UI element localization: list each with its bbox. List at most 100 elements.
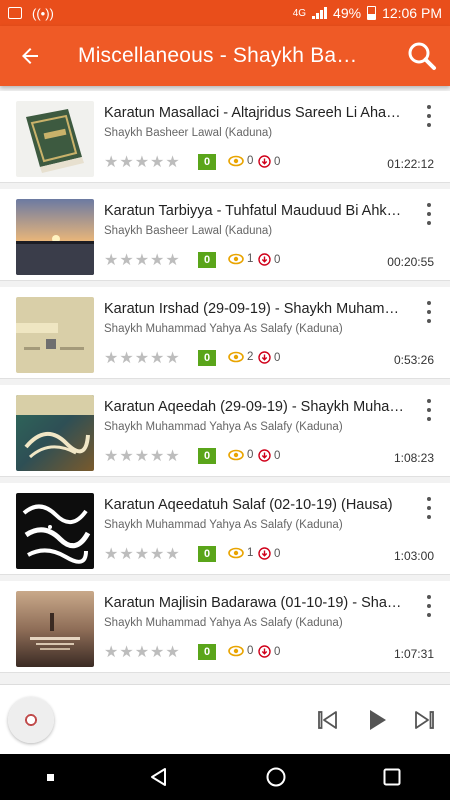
more-options-button[interactable] xyxy=(422,497,436,519)
search-button[interactable] xyxy=(394,26,450,86)
item-author: Shaykh Muhammad Yahya As Salafy (Kaduna) xyxy=(104,519,343,531)
signal-icon xyxy=(312,7,328,19)
app-bar: Miscellaneous - Shaykh Basheer Lawal (Ka… xyxy=(0,26,450,86)
downloads-count: 0 xyxy=(258,645,280,658)
rating-badge: 0 xyxy=(198,154,216,170)
star-icon[interactable]: ★ xyxy=(165,645,179,661)
back-arrow-icon xyxy=(22,48,38,64)
search-icon xyxy=(408,42,436,70)
status-bar: ((•)) 4G 49% 12:06 PM xyxy=(0,0,450,26)
duration: 1:03:00 xyxy=(393,549,434,563)
foggy-thumbnail xyxy=(16,591,94,667)
item-title: Karatun Irshad (29-09-19) - Shaykh Muham… xyxy=(104,301,404,317)
download-icon xyxy=(258,449,271,462)
star-icon[interactable]: ★ xyxy=(150,155,164,171)
more-options-button[interactable] xyxy=(422,105,436,127)
star-icon[interactable]: ★ xyxy=(104,253,118,269)
star-icon[interactable]: ★ xyxy=(150,253,164,269)
more-options-button[interactable] xyxy=(422,301,436,323)
back-nav-button[interactable] xyxy=(148,766,170,788)
star-icon[interactable]: ★ xyxy=(165,253,179,269)
views-count: 0 xyxy=(228,449,253,461)
item-author: Shaykh Muhammad Yahya As Salafy (Kaduna) xyxy=(104,421,343,433)
star-icon[interactable]: ★ xyxy=(135,351,149,367)
book-thumbnail xyxy=(16,101,94,177)
eye-icon xyxy=(228,547,244,559)
list-item[interactable]: Karatun Majlisin Badarawa (01-10-19) - S… xyxy=(0,581,450,673)
more-options-button[interactable] xyxy=(422,203,436,225)
mini-player xyxy=(0,684,450,754)
star-icon[interactable]: ★ xyxy=(104,449,118,465)
star-icon[interactable]: ★ xyxy=(104,645,118,661)
play-button[interactable] xyxy=(362,706,390,734)
item-author: Shaykh Basheer Lawal (Kaduna) xyxy=(104,225,273,237)
star-rating[interactable]: ★ ★ ★ ★ ★ xyxy=(104,547,180,563)
star-icon[interactable]: ★ xyxy=(104,155,118,171)
star-icon[interactable]: ★ xyxy=(150,351,164,367)
calligraphy-green-thumbnail xyxy=(16,395,94,471)
list-item[interactable]: Karatun Irshad (29-09-19) - Shaykh Muham… xyxy=(0,287,450,379)
star-icon[interactable]: ★ xyxy=(119,645,133,661)
item-title: Karatun Masallaci - Altajridus Sareeh Li… xyxy=(104,105,404,121)
star-icon[interactable]: ★ xyxy=(165,351,179,367)
downloads-count: 0 xyxy=(258,253,280,266)
star-icon[interactable]: ★ xyxy=(135,253,149,269)
list-item[interactable]: Karatun Aqeedatuh Salaf (02-10-19) (Haus… xyxy=(0,483,450,575)
views-count: 0 xyxy=(228,155,253,167)
more-options-button[interactable] xyxy=(422,595,436,617)
star-icon[interactable]: ★ xyxy=(119,253,133,269)
previous-button[interactable] xyxy=(314,706,342,734)
hotspot-icon: ((•)) xyxy=(32,5,54,21)
star-rating[interactable]: ★ ★ ★ ★ ★ xyxy=(104,449,180,465)
star-icon[interactable]: ★ xyxy=(165,547,179,563)
item-author: Shaykh Muhammad Yahya As Salafy (Kaduna) xyxy=(104,617,343,629)
item-author: Shaykh Basheer Lawal (Kaduna) xyxy=(104,127,273,139)
star-rating[interactable]: ★ ★ ★ ★ ★ xyxy=(104,351,180,367)
downloads-count: 0 xyxy=(258,155,280,168)
list-item[interactable]: Karatun Tarbiyya - Tuhfatul Mauduud Bi A… xyxy=(0,189,450,281)
star-rating[interactable]: ★ ★ ★ ★ ★ xyxy=(104,155,180,171)
views-count: 2 xyxy=(228,351,253,363)
views-count: 1 xyxy=(228,253,253,265)
star-rating[interactable]: ★ ★ ★ ★ ★ xyxy=(104,645,180,661)
star-icon[interactable]: ★ xyxy=(150,645,164,661)
eye-icon xyxy=(228,645,244,657)
star-icon[interactable]: ★ xyxy=(119,547,133,563)
back-button[interactable] xyxy=(0,26,60,86)
star-icon[interactable]: ★ xyxy=(135,645,149,661)
downloads-count: 0 xyxy=(258,351,280,364)
duration: 1:08:23 xyxy=(393,451,434,465)
network-type: 4G xyxy=(292,7,307,19)
star-icon[interactable]: ★ xyxy=(135,155,149,171)
star-icon[interactable]: ★ xyxy=(150,547,164,563)
item-title: Karatun Tarbiyya - Tuhfatul Mauduud Bi A… xyxy=(104,203,404,219)
download-icon xyxy=(258,351,271,364)
next-button[interactable] xyxy=(410,706,438,734)
star-icon[interactable]: ★ xyxy=(119,351,133,367)
star-icon[interactable]: ★ xyxy=(165,155,179,171)
menu-dot-icon[interactable] xyxy=(47,773,55,781)
home-nav-button[interactable] xyxy=(265,766,287,788)
star-icon[interactable]: ★ xyxy=(135,449,149,465)
eye-icon xyxy=(228,449,244,461)
album-disc-icon[interactable] xyxy=(8,696,54,743)
star-icon[interactable]: ★ xyxy=(119,449,133,465)
star-icon[interactable]: ★ xyxy=(150,449,164,465)
muslim-thumbnail xyxy=(16,297,94,373)
download-icon xyxy=(258,547,271,560)
star-icon[interactable]: ★ xyxy=(119,155,133,171)
list-item[interactable]: Karatun Aqeedah (29-09-19) - Shaykh Muha… xyxy=(0,385,450,477)
star-icon[interactable]: ★ xyxy=(104,351,118,367)
page-title: Miscellaneous - Shaykh Basheer Lawal (Ka… xyxy=(78,44,360,67)
more-options-button[interactable] xyxy=(422,399,436,421)
duration: 0:53:26 xyxy=(393,353,434,367)
item-title: Karatun Aqeedah (29-09-19) - Shaykh Muha… xyxy=(104,399,404,415)
star-icon[interactable]: ★ xyxy=(135,547,149,563)
star-rating[interactable]: ★ ★ ★ ★ ★ xyxy=(104,253,180,269)
recents-nav-button[interactable] xyxy=(381,766,403,788)
star-icon[interactable]: ★ xyxy=(104,547,118,563)
star-icon[interactable]: ★ xyxy=(165,449,179,465)
list-item[interactable]: Karatun Masallaci - Altajridus Sareeh Li… xyxy=(0,91,450,183)
download-icon xyxy=(258,155,271,168)
downloads-count: 0 xyxy=(258,547,280,560)
